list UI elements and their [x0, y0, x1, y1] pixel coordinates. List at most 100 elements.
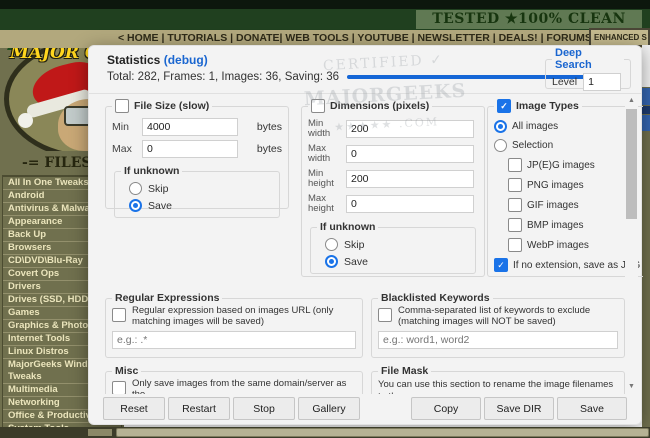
santa-hat-pompom	[18, 113, 33, 128]
blacklist-label: Comma-separated list of keywords to excl…	[398, 305, 618, 327]
dimensions-save-radio-row[interactable]: Save	[325, 255, 469, 268]
horizontal-scrollbar[interactable]	[0, 427, 650, 438]
dialog-scrollbar[interactable]: ▲ ▼	[625, 96, 638, 392]
png-checkbox-row[interactable]: PNG images	[508, 178, 640, 192]
max-bytes-row: Max bytes	[112, 140, 282, 158]
png-label: PNG images	[527, 180, 584, 191]
min-bytes-input[interactable]	[142, 118, 238, 136]
scrollbar-thumb[interactable]	[626, 109, 637, 219]
dialog-button-bar: Reset Restart Stop Gallery Copy Save DIR…	[89, 397, 641, 420]
stop-button[interactable]: Stop	[233, 397, 295, 420]
max-height-input[interactable]	[346, 195, 474, 213]
png-checkbox[interactable]	[508, 178, 522, 192]
level-input[interactable]	[583, 73, 621, 91]
bytes-unit: bytes	[257, 143, 282, 155]
min-height-input[interactable]	[346, 170, 474, 188]
save-label: Save	[148, 200, 172, 212]
max-bytes-input[interactable]	[142, 140, 238, 158]
min-width-input[interactable]	[346, 120, 474, 138]
gif-checkbox[interactable]	[508, 198, 522, 212]
regex-input[interactable]	[112, 331, 356, 349]
top-strip	[0, 0, 650, 9]
selection-radio[interactable]	[494, 139, 507, 152]
selection-radio-row[interactable]: Selection	[494, 139, 640, 152]
image-types-legend-label: Image Types	[516, 100, 579, 112]
all-images-radio-row[interactable]: All images	[494, 120, 640, 133]
all-images-label: All images	[512, 121, 558, 132]
statistics-totals: Total: 282, Frames: 1, Images: 36, Savin…	[107, 71, 339, 83]
gif-label: GIF images	[527, 200, 579, 211]
image-types-group: Image Types All images Selection JP(E)G …	[487, 99, 643, 277]
restart-button[interactable]: Restart	[168, 397, 230, 420]
regex-checkbox-row[interactable]: Regular expression based on images URL (…	[112, 305, 356, 327]
hscroll-left-segment[interactable]	[88, 429, 112, 436]
bmp-checkbox[interactable]	[508, 218, 522, 232]
bytes-unit: bytes	[257, 121, 282, 133]
min-label: Min	[112, 121, 136, 133]
blacklist-input[interactable]	[378, 331, 618, 349]
file-size-skip-radio-row[interactable]: Skip	[129, 182, 273, 195]
misc-label: Only save images from the same domain/se…	[132, 378, 356, 394]
selection-label: Selection	[512, 140, 553, 151]
gif-checkbox-row[interactable]: GIF images	[508, 198, 640, 212]
regex-checkbox[interactable]	[112, 308, 126, 322]
if-unknown-legend: If unknown	[317, 221, 378, 233]
misc-legend: Misc	[112, 365, 141, 377]
deep-search-level-row: Level	[552, 73, 624, 91]
file-size-checkbox[interactable]	[115, 99, 129, 113]
right-strip-fragment	[642, 115, 650, 131]
blacklist-checkbox[interactable]	[378, 308, 392, 322]
dialog-content: File Size (slow) Min bytes Max bytes If …	[89, 94, 643, 394]
dimensions-skip-radio-row[interactable]: Skip	[325, 238, 469, 251]
max-width-input[interactable]	[346, 145, 474, 163]
save-radio[interactable]	[129, 199, 142, 212]
file-mask-description: You can use this section to rename the i…	[378, 379, 618, 394]
misc-checkbox[interactable]	[112, 381, 126, 394]
scrollbar-down-icon[interactable]: ▼	[625, 382, 638, 392]
jpeg-checkbox[interactable]	[508, 158, 522, 172]
statistics-label: Statistics	[107, 53, 160, 67]
reset-button[interactable]: Reset	[103, 397, 165, 420]
save-button[interactable]: Save	[557, 397, 627, 420]
page-right-strip	[642, 45, 650, 427]
dimensions-legend: Dimensions (pixels)	[308, 99, 432, 113]
right-strip-fragment	[642, 88, 650, 105]
jpeg-checkbox-row[interactable]: JP(E)G images	[508, 158, 640, 172]
webp-label: WebP images	[527, 240, 589, 251]
blacklist-checkbox-row[interactable]: Comma-separated list of keywords to excl…	[378, 305, 618, 327]
skip-radio[interactable]	[325, 238, 338, 251]
file-size-legend: File Size (slow)	[112, 99, 212, 113]
dimensions-checkbox[interactable]	[311, 99, 325, 113]
site-banner: TESTED ★100% CLEAN	[0, 9, 650, 30]
min-width-row: Min width	[308, 119, 478, 139]
misc-checkbox-row[interactable]: Only save images from the same domain/se…	[112, 378, 356, 394]
min-bytes-row: Min bytes	[112, 118, 282, 136]
save-radio[interactable]	[325, 255, 338, 268]
image-types-checkbox[interactable]	[497, 99, 511, 113]
bmp-checkbox-row[interactable]: BMP images	[508, 218, 640, 232]
file-size-save-radio-row[interactable]: Save	[129, 199, 273, 212]
hscroll-thumb[interactable]	[116, 428, 649, 437]
min-width-label: Min width	[308, 119, 342, 139]
skip-radio[interactable]	[129, 182, 142, 195]
blacklisted-keywords-group: Blacklisted Keywords Comma-separated lis…	[371, 292, 625, 358]
debug-link[interactable]: (debug)	[164, 53, 208, 67]
no-extension-checkbox-row[interactable]: If no extension, save as JPG	[494, 258, 640, 272]
all-images-radio[interactable]	[494, 120, 507, 133]
blacklist-legend: Blacklisted Keywords	[378, 292, 493, 304]
image-types-legend: Image Types	[494, 99, 582, 113]
skip-label: Skip	[344, 239, 364, 251]
bmp-label: BMP images	[527, 220, 584, 231]
gallery-button[interactable]: Gallery	[298, 397, 360, 420]
file-size-legend-label: File Size (slow)	[134, 100, 209, 112]
save-dir-button[interactable]: Save DIR	[484, 397, 554, 420]
max-height-label: Max height	[308, 194, 342, 214]
scrollbar-up-icon[interactable]: ▲	[625, 96, 638, 106]
misc-group: Misc Only save images from the same doma…	[105, 365, 363, 394]
webp-checkbox[interactable]	[508, 238, 522, 252]
statistics-title: Statistics (debug)	[107, 53, 208, 67]
no-extension-checkbox[interactable]	[494, 258, 508, 272]
copy-button[interactable]: Copy	[411, 397, 481, 420]
if-unknown-legend: If unknown	[121, 165, 182, 177]
webp-checkbox-row[interactable]: WebP images	[508, 238, 640, 252]
